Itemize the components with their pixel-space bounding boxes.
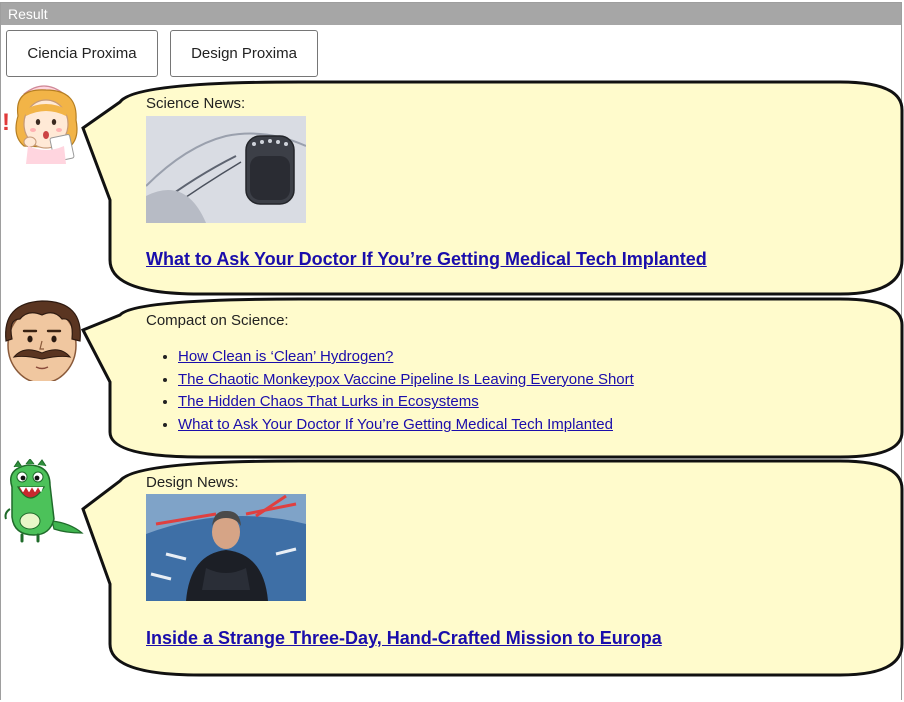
list-item: What to Ask Your Doctor If You’re Gettin… bbox=[178, 414, 634, 437]
list-item: The Chaotic Monkeypox Vaccine Pipeline I… bbox=[178, 369, 634, 392]
list-item: The Hidden Chaos That Lurks in Ecosystem… bbox=[178, 391, 634, 414]
nurse-avatar: ! bbox=[2, 85, 78, 164]
science-news-thumbnail[interactable] bbox=[146, 116, 306, 223]
ciencia-proxima-button[interactable]: Ciencia Proxima bbox=[6, 30, 158, 77]
design-news-thumbnail[interactable] bbox=[146, 494, 306, 601]
compact-science-list: How Clean is ‘Clean’ Hydrogen? The Chaot… bbox=[146, 346, 634, 437]
compact-article-link[interactable]: How Clean is ‘Clean’ Hydrogen? bbox=[178, 348, 393, 365]
design-news-headline-link[interactable]: Inside a Strange Three-Day, Hand-Crafted… bbox=[146, 628, 662, 649]
medical-implant-image bbox=[146, 116, 306, 223]
science-news-label: Science News: bbox=[146, 95, 246, 112]
mustache-man-avatar bbox=[5, 300, 81, 381]
design-news-label: Design News: bbox=[146, 474, 239, 491]
list-item: How Clean is ‘Clean’ Hydrogen? bbox=[178, 346, 634, 369]
design-proxima-button[interactable]: Design Proxima bbox=[170, 30, 318, 77]
compact-article-link[interactable]: The Hidden Chaos That Lurks in Ecosystem… bbox=[178, 393, 479, 410]
green-dinosaur-avatar bbox=[4, 459, 84, 543]
svg-text:!: ! bbox=[2, 109, 10, 136]
science-news-headline-link[interactable]: What to Ask Your Doctor If You’re Gettin… bbox=[146, 249, 707, 270]
compact-science-label: Compact on Science: bbox=[146, 312, 289, 329]
panel-title: Result bbox=[1, 3, 901, 25]
man-on-blue-floor-image bbox=[146, 494, 306, 601]
compact-article-link[interactable]: The Chaotic Monkeypox Vaccine Pipeline I… bbox=[178, 371, 634, 388]
compact-article-link[interactable]: What to Ask Your Doctor If You’re Gettin… bbox=[178, 416, 613, 433]
